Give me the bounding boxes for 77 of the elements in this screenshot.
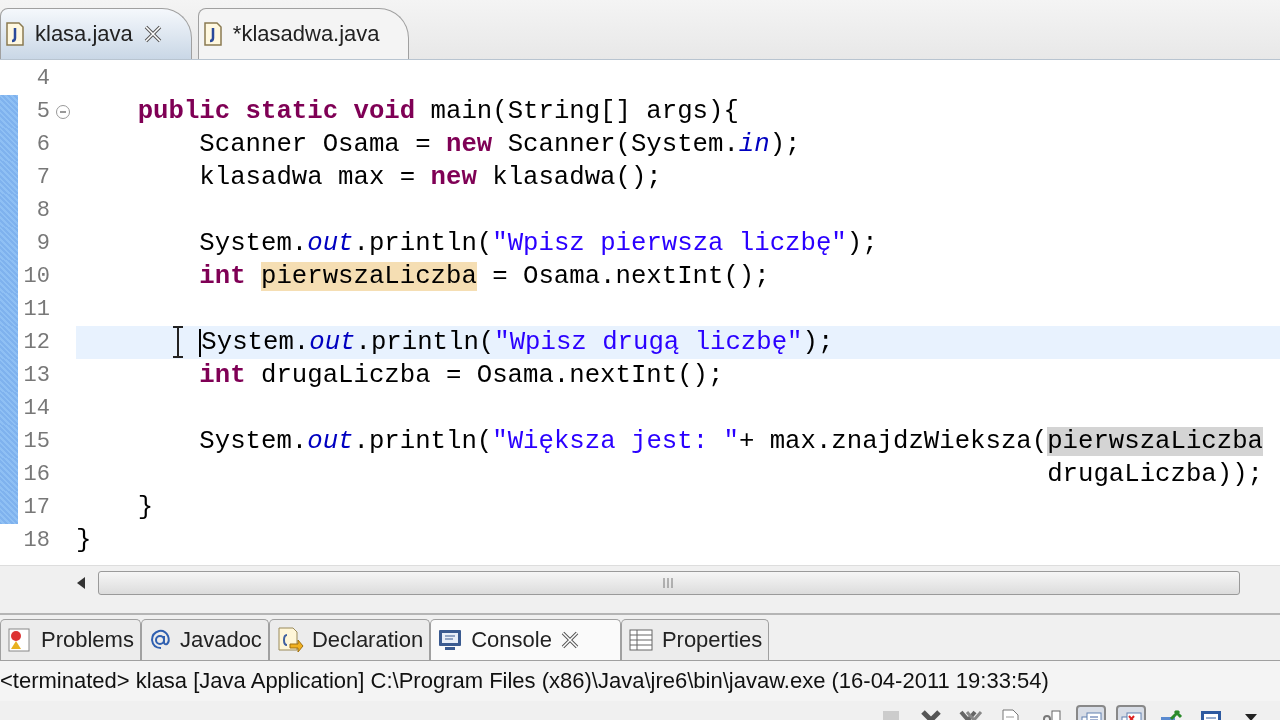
tab-label: Problems <box>41 627 134 653</box>
code-text: drugaLiczba)); <box>1046 460 1263 489</box>
code-text: main(String[] args){ <box>429 97 739 126</box>
code-text: ); <box>802 328 834 357</box>
code-text: Scanner(System. <box>506 130 739 159</box>
code-text: int <box>198 262 247 291</box>
code-text: .println( <box>355 328 495 357</box>
code-text: int <box>198 361 247 390</box>
code-text: "Wpisz drugą liczbę" <box>494 328 803 357</box>
editor-tab[interactable]: *klasadwa.java <box>197 8 409 59</box>
code-text: System. <box>198 427 308 456</box>
occurrence-highlight: pierwszaLiczba <box>261 262 477 291</box>
code-text: Scanner Osama = <box>198 130 432 159</box>
tab-label: Properties <box>661 627 763 653</box>
table-icon <box>627 628 654 652</box>
code-text: klasadwa(); <box>491 163 662 192</box>
code-text: klasadwa max = <box>198 163 417 192</box>
code-text: drugaLiczba = Osama.nextInt(); <box>261 361 724 390</box>
text-caret <box>199 328 202 357</box>
code-text: out <box>307 427 354 456</box>
panel-tab[interactable]: Problems <box>0 619 141 660</box>
collapse-icon[interactable] <box>55 103 71 120</box>
line-number: 8 <box>35 198 50 223</box>
editor-tab[interactable]: klasa.java <box>0 8 192 59</box>
line-number: 17 <box>22 495 50 520</box>
problems-icon <box>7 627 33 653</box>
code-text: = Osama.nextInt(); <box>491 262 770 291</box>
line-number: 6 <box>35 132 50 157</box>
code-text: System. <box>198 229 308 258</box>
code-editor[interactable] <box>0 60 1280 565</box>
code-text: + max.znajdzWieksza( <box>738 427 1048 456</box>
line-number: 12 <box>22 330 50 355</box>
code-text: "Wpisz pierwsza liczbę" <box>492 229 847 258</box>
line-number: 4 <box>35 66 50 91</box>
line-number: 7 <box>35 165 50 190</box>
tab-label: Console <box>471 627 552 653</box>
monitor-icon <box>437 628 464 652</box>
close-icon[interactable] <box>142 24 163 44</box>
line-number: 13 <box>22 363 50 388</box>
selected-text: pierwszaLiczba <box>1047 427 1263 456</box>
code-text: ); <box>769 130 801 159</box>
console-status: <terminated> klasa [Java Application] C:\Program Files (x86)\Java\jre6\bin\javaw.exe (16-04-2011 19:33:54) <box>0 668 1049 694</box>
code-text: .println( <box>353 427 493 456</box>
code-text: ); <box>846 229 878 258</box>
code-text: } <box>76 526 92 555</box>
line-number: 9 <box>35 231 50 256</box>
line-number: 11 <box>22 297 50 322</box>
line-number: 18 <box>22 528 50 553</box>
code-text: new <box>430 163 477 192</box>
tab-label: Javadoc <box>179 627 262 653</box>
tab-label: klasa.java <box>35 21 133 47</box>
tab-label: *klasadwa.java <box>232 21 380 47</box>
code-text: "Większa jest: " <box>492 427 739 456</box>
tab-label: Declaration <box>311 627 424 653</box>
code-text: out <box>309 328 356 357</box>
panel-tab[interactable]: Javadoc <box>140 619 269 660</box>
code-text: out <box>307 229 354 258</box>
line-number: 10 <box>22 264 50 289</box>
java-file-icon <box>5 22 25 46</box>
code-text: new <box>445 130 493 159</box>
panel-tab[interactable]: Console <box>430 619 621 660</box>
scrollbar-thumb[interactable] <box>98 570 1240 595</box>
code-text: .println( <box>353 229 493 258</box>
line-number: 16 <box>22 462 50 487</box>
code-text: } <box>136 493 154 522</box>
code-text: public static void <box>136 97 416 126</box>
panel-tab[interactable]: Properties <box>620 619 770 660</box>
panel-tab[interactable]: Declaration <box>268 619 431 660</box>
line-number: 14 <box>22 396 50 421</box>
code-text: in <box>738 130 770 159</box>
java-file-icon <box>202 22 223 46</box>
close-icon[interactable] <box>559 630 580 650</box>
code-text: System. <box>201 328 310 357</box>
line-number: 5 <box>35 99 50 124</box>
text-cursor-icon <box>172 326 184 358</box>
line-number: 15 <box>22 429 50 454</box>
declaration-icon <box>275 626 304 654</box>
